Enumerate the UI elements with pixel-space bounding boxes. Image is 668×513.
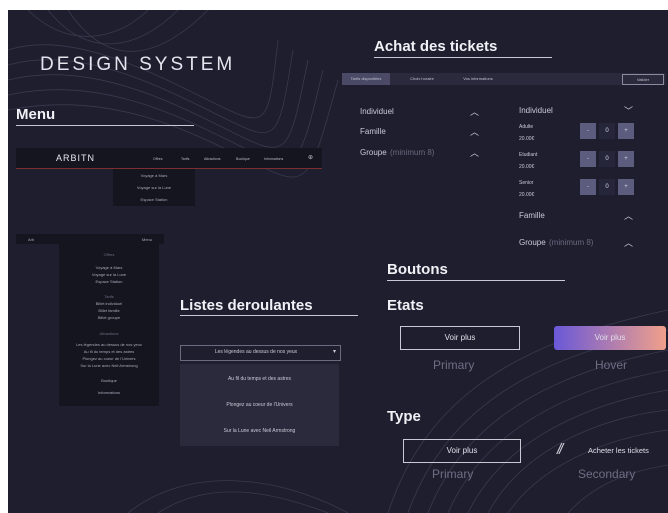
voir-plus-primary-button[interactable]: Voir plus <box>400 326 520 350</box>
mobile-menu-item[interactable]: Plongez au coeur de l'Univers <box>59 356 159 361</box>
hover-caption: Hover <box>595 358 628 372</box>
quantity-value: 0 <box>599 151 615 167</box>
desktop-submenu: Voyage à Mars Voyage sur la Lune Espace … <box>113 169 195 206</box>
select-value: Les légendes au dessus de nos yeux <box>214 349 298 355</box>
quantity-stepper: - 0 + <box>580 151 638 167</box>
nav-item-attractions[interactable]: Attractions <box>204 157 221 161</box>
nav-item-offres[interactable]: Offres <box>153 157 162 161</box>
quantity-value: 0 <box>599 179 615 195</box>
divider <box>387 280 565 281</box>
section-buttons-title: Boutons <box>387 261 448 278</box>
design-board: DESIGN SYSTEM Menu ARBITN Offres Tarifs … <box>8 10 668 513</box>
quantity-stepper: - 0 + <box>580 179 638 195</box>
quantity-value: 0 <box>599 123 615 139</box>
mobile-menu-item[interactable]: Voyage sur la Lune <box>59 272 159 277</box>
chevron-up-icon[interactable]: ︿ <box>470 125 479 138</box>
chevron-down-icon: ▾ <box>332 349 336 355</box>
ticket-tabs: Tarifs disponibles Choix horaire Vos inf… <box>342 73 666 85</box>
minus-button[interactable]: - <box>580 123 596 139</box>
secondary-caption: Secondary <box>578 467 636 481</box>
mobile-logo[interactable]: Arb <box>28 237 34 242</box>
ticket-name: Adulte <box>519 124 534 130</box>
minus-button[interactable]: - <box>580 151 596 167</box>
mobile-menu-item[interactable]: Les légendes au dessus de nos yeux <box>59 342 159 347</box>
mobile-menu-panel: Offres Voyage à Mars Voyage sur la Lune … <box>59 244 159 406</box>
nav-item-informations[interactable]: Informations <box>264 157 283 161</box>
plus-button[interactable]: + <box>618 179 634 195</box>
mobile-menu-item[interactable]: Au fil du temps et des astres <box>59 349 159 354</box>
ticket-name: Senior <box>519 180 534 186</box>
chevron-up-icon[interactable]: ︿ <box>624 236 633 249</box>
accordion-individuel[interactable]: Individuel <box>360 107 394 116</box>
mobile-navbar: Arb Menu <box>16 234 164 244</box>
accordion-groupe[interactable]: Groupe <box>360 148 387 157</box>
quantity-stepper: - 0 + <box>580 123 638 139</box>
primary-caption: Primary <box>433 358 475 372</box>
accordion-famille-right[interactable]: Famille <box>519 211 545 220</box>
ticket-price: 20.00€ <box>519 164 535 170</box>
brand-logo[interactable]: ARBITN <box>56 153 95 163</box>
mobile-group-title: Tarifs <box>104 294 114 299</box>
chevron-down-icon[interactable]: ﹀ <box>624 104 633 117</box>
accordion-individuel-open[interactable]: Individuel <box>519 106 553 115</box>
attraction-select[interactable]: Les légendes au dessus de nos yeux ▾ <box>180 345 341 361</box>
divider <box>16 125 194 126</box>
minus-button[interactable]: - <box>580 179 596 195</box>
tab-tarifs[interactable]: Tarifs disponibles <box>342 73 390 85</box>
mobile-menu-item[interactable]: Espace Station <box>59 279 159 284</box>
acheter-tickets-button[interactable]: Acheter les tickets <box>588 446 649 455</box>
section-tickets-title: Achat des tickets <box>374 38 498 55</box>
chevron-up-icon[interactable]: ︿ <box>470 105 479 118</box>
section-dropdown-title: Listes deroulantes <box>180 297 313 314</box>
desktop-navbar: ARBITN Offres Tarifs Attractions Boutiqu… <box>16 148 322 169</box>
mobile-menu-item[interactable]: Billet individuel <box>59 301 159 306</box>
page-title: DESIGN SYSTEM <box>40 54 236 75</box>
chevron-up-icon[interactable]: ︿ <box>624 209 633 222</box>
mobile-menu-toggle[interactable]: Menu <box>142 237 152 242</box>
nav-item-tarifs[interactable]: Tarifs <box>181 157 189 161</box>
validate-button[interactable]: Valider <box>622 74 664 85</box>
tab-horaire[interactable]: Choix horaire <box>398 73 446 85</box>
divider <box>374 57 552 58</box>
groupe-note: (minimum 8) <box>549 238 594 247</box>
plus-button[interactable]: + <box>618 151 634 167</box>
chevron-up-icon[interactable]: ︿ <box>470 146 479 159</box>
dropdown-options: Au fil du temps et des astres Plongez au… <box>180 364 339 446</box>
dropdown-option[interactable]: Sur la Lune avec Neil Armstrong <box>180 428 339 434</box>
mobile-menu-item[interactable]: Sur la Lune avec Neil Armstrong <box>59 363 159 368</box>
nav-item-boutique[interactable]: Boutique <box>236 157 250 161</box>
primary-type-caption: Primary <box>432 467 474 481</box>
ticket-price: 20.00€ <box>519 192 535 198</box>
double-slash-icon: // <box>557 441 564 458</box>
groupe-note: (minimum 8) <box>390 148 435 157</box>
voir-plus-type-button[interactable]: Voir plus <box>403 439 521 463</box>
states-title: Etats <box>387 297 424 314</box>
mobile-menu-item[interactable]: Billet groupe <box>59 315 159 320</box>
dropdown-option[interactable]: Au fil du temps et des astres <box>180 376 339 382</box>
accordion-groupe-right[interactable]: Groupe <box>519 238 546 247</box>
ticket-name: Etudiant <box>519 152 538 158</box>
submenu-item[interactable]: Voyage à Mars <box>113 173 195 178</box>
ticket-price: 20.00€ <box>519 136 535 142</box>
mobile-menu-item[interactable]: Voyage à Mars <box>59 265 159 270</box>
divider <box>180 315 358 316</box>
accordion-famille[interactable]: Famille <box>360 127 386 136</box>
tab-informations[interactable]: Vos informations <box>452 73 504 85</box>
submenu-item[interactable]: Voyage sur la Lune <box>113 185 195 190</box>
voir-plus-hover-button[interactable]: Voir plus <box>554 326 666 350</box>
mobile-menu-item[interactable]: Boutique <box>59 378 159 383</box>
mobile-group-title: Offres <box>103 252 115 257</box>
cart-icon[interactable]: ⊕ <box>308 154 313 161</box>
section-menu-title: Menu <box>16 106 56 123</box>
plus-button[interactable]: + <box>618 123 634 139</box>
mobile-group-title: Attractions <box>99 331 119 336</box>
mobile-menu-item[interactable]: Informations <box>59 390 159 395</box>
mobile-menu-item[interactable]: Billet famille <box>59 308 159 313</box>
type-title: Type <box>387 408 421 425</box>
submenu-item[interactable]: Espace Station <box>113 197 195 202</box>
dropdown-option[interactable]: Plongez au coeur de l'Univers <box>180 402 339 408</box>
